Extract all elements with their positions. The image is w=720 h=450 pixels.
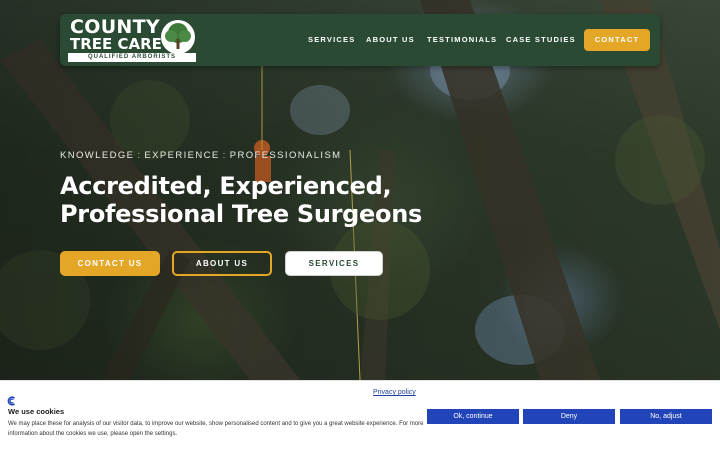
oak-tree-icon (161, 20, 195, 54)
about-us-button[interactable]: ABOUT US (172, 251, 272, 276)
tagline-experience: EXPERIENCE (144, 150, 220, 161)
cookie-deny-button[interactable]: Deny (523, 409, 615, 424)
logo-wordmark-line1: COUNTY (70, 16, 160, 38)
nav-case-studies[interactable]: CASE STUDIES (506, 35, 576, 44)
contact-us-button[interactable]: CONTACT US (60, 251, 160, 276)
cookie-banner: Privacy policy We use cookies We may pla… (0, 380, 720, 450)
cookie-ok-button[interactable]: Ok, continue (427, 409, 519, 424)
cookie-consent-icon (7, 396, 15, 406)
site-logo[interactable]: COUNTY TREE CARE QUALIFIED ARBORISTS (68, 17, 200, 65)
privacy-policy-link[interactable]: Privacy policy (373, 389, 416, 396)
hero-headline-line1: Accredited, Experienced, (60, 172, 392, 200)
tagline-professionalism: PROFESSIONALISM (229, 150, 342, 161)
site-header: COUNTY TREE CARE QUALIFIED ARBORISTS SER… (60, 14, 660, 66)
nav-testimonials[interactable]: TESTIMONIALS (427, 35, 497, 44)
hero-tagline: KNOWLEDGE: EXPERIENCE: PROFESSIONALISM (60, 150, 342, 161)
nav-about-us[interactable]: ABOUT US (366, 35, 415, 44)
hero-headline-line2: Professional Tree Surgeons (60, 200, 422, 228)
page: COUNTY TREE CARE QUALIFIED ARBORISTS SER… (0, 0, 720, 450)
nav-services[interactable]: SERVICES (308, 35, 355, 44)
tagline-knowledge: KNOWLEDGE (60, 150, 135, 161)
cookie-banner-title: We use cookies (8, 407, 65, 416)
header-contact-button[interactable]: CONTACT (584, 29, 650, 51)
logo-wordmark-line2: TREE CARE (70, 35, 162, 53)
hero-headline: Accredited, Experienced, Professional Tr… (60, 172, 480, 228)
services-button[interactable]: SERVICES (285, 251, 383, 276)
cookie-banner-text: We may place these for analysis of our v… (8, 421, 424, 437)
tagline-separator: : (137, 150, 142, 161)
cookie-adjust-button[interactable]: No, adjust (620, 409, 712, 424)
tagline-separator: : (222, 150, 227, 161)
